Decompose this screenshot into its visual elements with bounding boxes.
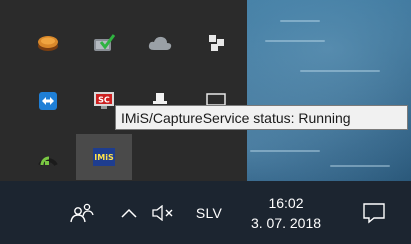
action-center-notifications-icon[interactable] — [354, 181, 394, 244]
dropbox-icon[interactable] — [188, 20, 244, 66]
svg-text:SC: SC — [98, 96, 110, 105]
svg-text:IMiS: IMiS — [94, 153, 114, 162]
clock-date: 3. 07. 2018 — [250, 214, 322, 231]
input-language-indicator[interactable]: SLV — [186, 181, 232, 244]
volume-muted-icon[interactable] — [146, 181, 180, 244]
cloud-icon[interactable] — [132, 20, 188, 66]
imis-capture-service-icon[interactable]: IMiS — [76, 134, 132, 180]
security-check-icon[interactable] — [76, 20, 132, 66]
teamviewer-icon[interactable] — [20, 78, 76, 124]
taskbar: SLV 16:02 3. 07. 2018 — [0, 181, 411, 244]
clock[interactable]: 16:02 3. 07. 2018 — [238, 181, 334, 244]
people-icon[interactable] — [60, 181, 104, 244]
orange-disc-app-icon[interactable] — [20, 20, 76, 66]
clock-time: 16:02 — [268, 194, 304, 211]
show-hidden-icons-chevron-up-icon[interactable] — [114, 181, 144, 244]
hidden-icons-flyout: SC IMiS — [0, 0, 247, 181]
green-half-circle-icon[interactable] — [20, 134, 76, 180]
tray-tooltip: IMiS/CaptureService status: Running — [115, 105, 408, 130]
